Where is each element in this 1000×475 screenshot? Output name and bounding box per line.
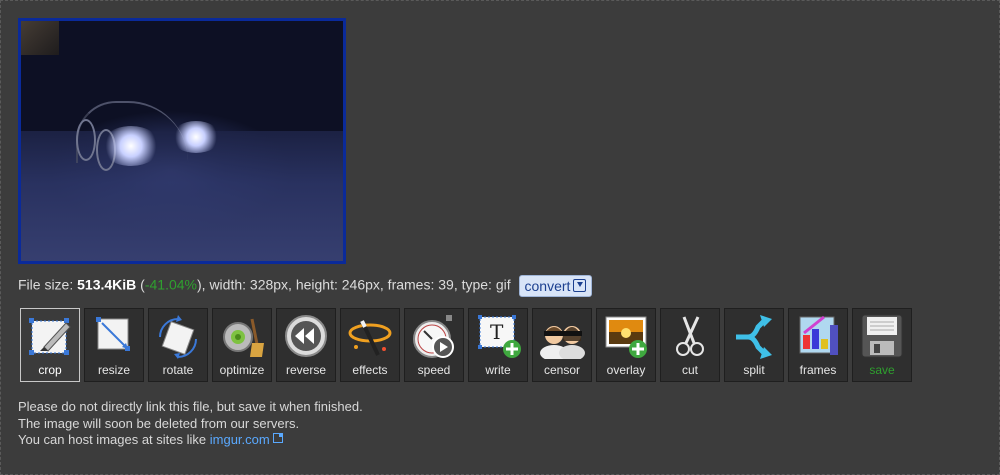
convert-label: convert	[524, 278, 571, 294]
file-size-prefix: File size:	[18, 276, 78, 293]
svg-text:T: T	[490, 320, 504, 344]
tool-crop-button[interactable]: crop	[20, 308, 80, 382]
download-arrow-icon	[573, 279, 587, 292]
preview-corner-light	[21, 21, 59, 55]
tool-overlay-button[interactable]: overlay	[596, 308, 656, 382]
tool-write-button[interactable]: T write	[468, 308, 528, 382]
preview-wheel-front	[76, 119, 96, 161]
tool-speed-button[interactable]: speed	[404, 308, 464, 382]
open-paren: (	[136, 276, 145, 293]
convert-button[interactable]: convert	[518, 275, 593, 297]
preview-headlight-right	[171, 121, 221, 153]
file-size-value: 513.4KiB	[77, 276, 137, 293]
tool-toolbar: crop resize rotate optimize reverse effe…	[20, 308, 912, 382]
scissors-icon	[666, 313, 714, 359]
notes-text: Please do not directly link this file, b…	[18, 399, 363, 449]
tool-effects-button[interactable]: effects	[340, 308, 400, 382]
file-info: File size: 513.4KiB (-41.04%), width: 32…	[18, 275, 593, 297]
tool-censor-button[interactable]: censor	[532, 308, 592, 382]
tool-cut-button[interactable]: cut	[660, 308, 720, 382]
tool-optimize-button[interactable]: optimize	[212, 308, 272, 382]
tool-label: write	[485, 363, 511, 377]
censor-icon	[538, 313, 586, 361]
tool-label: resize	[97, 363, 130, 377]
crop-icon	[26, 313, 74, 359]
tool-label: effects	[352, 363, 388, 377]
speed-icon	[410, 313, 458, 359]
save-icon	[858, 313, 906, 359]
note-line-3: You can host images at sites like imgur.…	[18, 432, 363, 449]
imgur-link[interactable]: imgur.com	[210, 432, 270, 447]
reverse-icon	[282, 313, 330, 359]
external-link-icon	[272, 433, 283, 443]
tool-label: overlay	[606, 363, 646, 377]
size-change-percent: -41.04%	[144, 276, 197, 293]
note-line-2: The image will soon be deleted from our …	[18, 415, 300, 431]
tool-split-button[interactable]: split	[724, 308, 784, 382]
tool-save-button[interactable]: save	[852, 308, 912, 382]
optimize-icon	[218, 313, 266, 359]
tool-resize-button[interactable]: resize	[84, 308, 144, 382]
split-icon	[730, 313, 778, 359]
tool-label: censor	[543, 363, 581, 377]
rotate-icon	[154, 313, 202, 359]
tool-reverse-button[interactable]: reverse	[276, 308, 336, 382]
gif-preview-image	[18, 18, 346, 264]
effects-icon	[346, 313, 394, 359]
tool-frames-button[interactable]: frames	[788, 308, 848, 382]
resize-icon	[90, 313, 138, 359]
tool-label: frames	[799, 363, 837, 377]
tool-label: split	[743, 363, 765, 377]
tool-label: optimize	[219, 363, 265, 377]
tool-rotate-button[interactable]: rotate	[148, 308, 208, 382]
note-line-1: Please do not directly link this file, b…	[18, 399, 363, 414]
tool-label: rotate	[162, 363, 194, 377]
note-line-3-prefix: You can host images at sites like	[18, 432, 210, 447]
tool-label: cut	[681, 363, 698, 377]
write-icon: T	[474, 313, 522, 359]
tool-label: reverse	[285, 363, 326, 377]
tool-label: crop	[38, 363, 62, 377]
tool-label: speed	[417, 363, 451, 377]
preview-headlight-left	[101, 126, 161, 166]
frames-icon	[794, 313, 842, 359]
tool-label: save	[869, 363, 895, 377]
overlay-icon	[602, 313, 650, 359]
file-details: ), width: 328px, height: 246px, frames: …	[197, 276, 511, 293]
